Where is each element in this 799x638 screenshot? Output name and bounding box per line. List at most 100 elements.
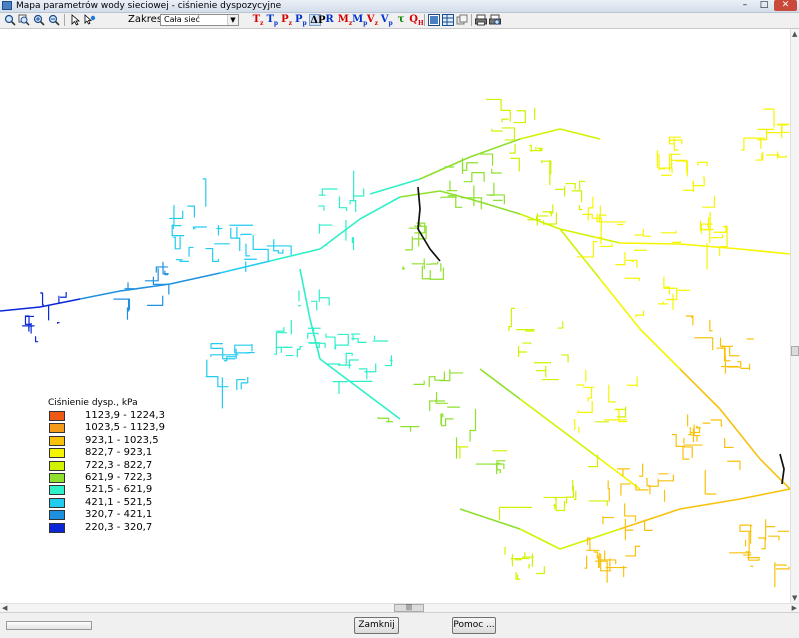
param-tool-subscript: p: [388, 20, 392, 27]
legend-swatch: [49, 448, 65, 458]
pipe-segment: [768, 536, 779, 540]
pipe-segment: [370, 179, 420, 194]
legend-label: 220,3 - 320,7: [85, 522, 152, 534]
param-tool-button[interactable]: τ: [395, 14, 407, 26]
pipe-segment: [764, 109, 774, 127]
pipe-segment: [235, 344, 252, 352]
param-tool-button[interactable]: Vz: [366, 14, 378, 26]
scroll-down-icon[interactable]: ▼: [792, 594, 797, 602]
scroll-up-icon[interactable]: ▲: [792, 30, 797, 38]
zoom-in-icon[interactable]: [33, 14, 45, 26]
scroll-right-icon[interactable]: ▶: [792, 604, 797, 612]
pipe-segment: [579, 205, 582, 209]
progress-bar: [6, 621, 92, 630]
help-button[interactable]: Pomoc ...: [452, 617, 496, 634]
zoom-out-icon[interactable]: [48, 14, 60, 26]
pipe-segment: [560, 129, 600, 139]
pipe-segment: [318, 206, 324, 211]
vertical-scrollbar[interactable]: ▲ ▼: [790, 29, 799, 603]
pipe-segment: [561, 355, 568, 362]
pipe-segment: [676, 161, 688, 176]
pipe-segment: [711, 420, 722, 426]
pipe-segment: [490, 183, 494, 196]
pipe-segment: [572, 191, 582, 202]
param-tool-button[interactable]: Tp: [266, 14, 278, 26]
pipe-segment: [125, 282, 134, 288]
close-button[interactable]: Zamknij: [354, 617, 399, 634]
param-tool-letter: T: [266, 14, 273, 25]
pipe-segment: [237, 227, 240, 251]
pipe-segment: [560, 429, 600, 459]
pipe-segment: [403, 267, 405, 270]
minimize-button[interactable]: –: [736, 0, 754, 11]
pipe-segment: [634, 250, 646, 251]
param-tool-button[interactable]: Mp: [352, 14, 364, 26]
pipe-segment: [502, 119, 509, 122]
pipe-segment: [661, 231, 676, 233]
pipe-segment: [620, 509, 680, 529]
zoom-window-icon[interactable]: [18, 14, 30, 26]
pipe-segment: [25, 316, 31, 328]
pipe-segment: [705, 470, 716, 494]
param-tool-button[interactable]: Pz: [281, 14, 293, 26]
param-tool-button[interactable]: ΔP: [309, 14, 321, 26]
pipe-segment: [480, 154, 492, 166]
pipe-segment: [625, 519, 633, 540]
pipe-segment: [470, 431, 476, 442]
pipe-segment: [297, 347, 302, 358]
param-tool-button[interactable]: Mz: [338, 14, 350, 26]
zoom-fit-icon[interactable]: [4, 14, 16, 26]
pipe-segment: [176, 260, 189, 262]
grid-view-icon[interactable]: [428, 14, 440, 26]
pipe-segment: [441, 197, 457, 198]
pipe-segment: [702, 196, 714, 207]
pipe-segment: [776, 567, 789, 570]
pipe-segment: [173, 226, 181, 229]
pipe-segment: [553, 504, 555, 509]
param-tool-button[interactable]: QH: [409, 14, 421, 26]
pipe-segment: [426, 262, 438, 265]
pipe-segment: [353, 189, 364, 196]
close-window-button[interactable]: ✕: [774, 0, 797, 11]
pipe-segment: [470, 139, 520, 157]
print-icon[interactable]: [475, 14, 487, 26]
pipe-segment: [683, 447, 692, 459]
maximize-button[interactable]: □: [755, 0, 773, 11]
pipe-segment: [621, 484, 631, 495]
toolbar-separator: [471, 14, 472, 26]
pipe-segment: [694, 338, 712, 350]
legend-label: 521,5 - 621,9: [85, 484, 152, 496]
pipe-segment: [608, 481, 609, 502]
pipe-segment: [276, 327, 284, 331]
pipe-segment: [697, 426, 701, 427]
pointer-info-icon[interactable]: [84, 14, 96, 26]
pipe-segment: [589, 501, 608, 506]
param-tool-button[interactable]: Tz: [252, 14, 264, 26]
pipe-segment: [492, 169, 502, 173]
pipe-segment: [536, 567, 544, 574]
param-tool-button[interactable]: Vp: [381, 14, 393, 26]
zakres-select[interactable]: Cała sieć ▼: [160, 14, 239, 26]
pipe-segment: [509, 308, 515, 331]
pipe-segment: [669, 140, 682, 143]
pointer-icon[interactable]: [69, 14, 81, 26]
pipe-segment: [311, 301, 317, 310]
horizontal-scroll-thumb[interactable]: |||: [394, 604, 424, 612]
layers-icon[interactable]: [456, 14, 468, 26]
legend-item: 521,5 - 621,9: [48, 484, 168, 496]
param-tool-button[interactable]: R: [324, 14, 336, 26]
param-tool-button[interactable]: Pp: [295, 14, 307, 26]
print-preview-icon[interactable]: [489, 14, 501, 26]
param-tool-letter: M: [338, 14, 349, 25]
pipe-segment: [169, 211, 182, 219]
pipe-segment: [574, 491, 576, 500]
vertical-scroll-thumb[interactable]: [791, 346, 799, 356]
pipe-segment: [326, 334, 336, 349]
pipe-segment: [360, 197, 400, 219]
table-view-icon[interactable]: [442, 14, 454, 26]
legend-swatch: [49, 510, 65, 520]
scroll-left-icon[interactable]: ◀: [2, 604, 7, 612]
legend-label: 722,3 - 822,7: [85, 460, 152, 472]
pipe-segment: [333, 382, 348, 394]
pipe-segment: [414, 381, 425, 385]
